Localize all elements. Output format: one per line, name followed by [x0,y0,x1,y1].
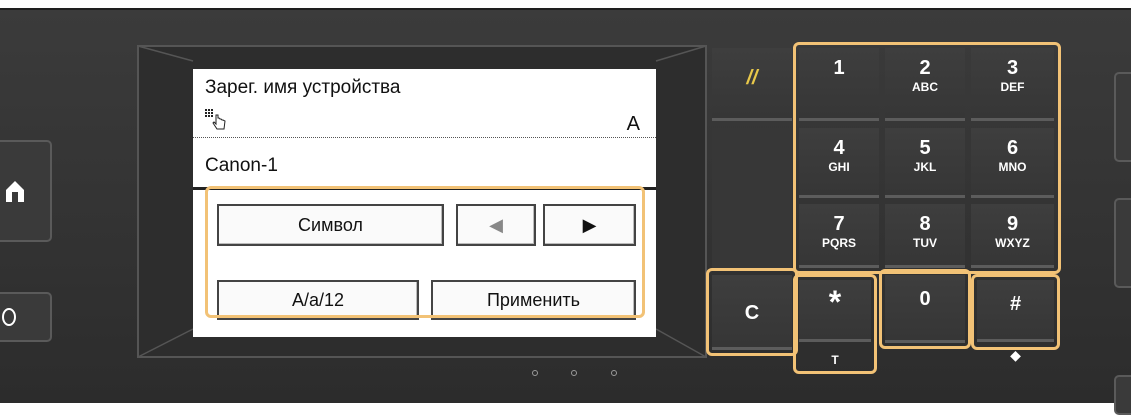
function-key[interactable]: // [712,48,792,121]
key-number: 3 [1006,57,1019,79]
key-number: 5 [919,137,931,159]
hash-key[interactable]: # [977,280,1054,342]
key-letters: JKL [913,160,937,174]
key-6[interactable]: 6 MNO [971,128,1054,198]
key-8[interactable]: 8 TUV [885,204,965,268]
clear-label: C [744,302,760,324]
key-letters: PQRS [821,236,856,250]
symbol-button[interactable]: Символ [217,204,444,246]
cursor-right-button[interactable]: ▶ [543,204,636,246]
right-side-button-middle[interactable] [1114,198,1131,288]
right-side-button-top[interactable] [1114,72,1131,162]
diamond-icon: ◆ [1010,347,1021,363]
key-number: 8 [919,213,931,235]
key-1[interactable]: 1 [799,48,879,121]
function-key-icon: // [746,67,758,89]
key-5[interactable]: 5 JKL [885,128,965,198]
apply-button[interactable]: Применить [431,280,636,320]
star-label: * [828,284,842,320]
power-icon [2,308,16,326]
key-letters: ABC [912,80,938,94]
key-number: 2 [919,57,931,79]
tone-label: T [831,353,839,367]
screen-divider [193,187,656,190]
home-icon [6,181,24,202]
key-7[interactable]: 7 PQRS [799,204,879,268]
side-button-lower[interactable] [0,292,52,342]
key-number: 6 [1006,137,1019,159]
cursor-left-button[interactable]: ◀ [456,204,536,246]
hash-label: # [1009,293,1022,315]
right-side-button-bottom[interactable] [1114,375,1131,415]
key-number: 9 [1006,213,1019,235]
indicator-light [611,370,617,376]
key-letters: GHI [828,160,850,174]
lcd-screen: Зарег. имя устройства A Canon-1 Символ ◀… [193,69,656,337]
dotted-divider [193,137,656,138]
hand-pointer-icon [205,109,226,130]
key-letters: TUV [913,236,937,250]
device-name-field[interactable]: Canon-1 [205,155,278,177]
key-letters: MNO [998,160,1027,174]
key-number: 4 [833,137,845,159]
indicator-light [532,370,538,376]
home-button[interactable] [0,140,52,242]
right-arrow-icon: ▶ [582,214,597,235]
input-mode-button[interactable]: A/a/12 [217,280,419,320]
key-2[interactable]: 2 ABC [885,48,965,121]
left-arrow-icon: ◀ [489,214,503,235]
key-letters: WXYZ [995,236,1030,250]
key-0[interactable]: 0 [885,275,965,343]
key-number: 7 [833,213,845,235]
input-mode-indicator: A [626,113,640,135]
key-3[interactable]: 3 DEF [971,48,1054,121]
key-4[interactable]: 4 GHI [799,128,879,198]
clear-key[interactable]: C [712,275,792,350]
key-number: 0 [919,288,931,310]
key-number: 1 [833,57,845,79]
key-letters: DEF [1000,80,1025,94]
control-panel: Зарег. имя устройства A Canon-1 Символ ◀… [0,8,1131,415]
screen-title: Зарег. имя устройства [205,77,401,98]
blank-key[interactable] [712,128,792,271]
indicator-light [571,370,577,376]
key-9[interactable]: 9 WXYZ [971,204,1054,268]
star-key[interactable]: * [799,280,871,342]
